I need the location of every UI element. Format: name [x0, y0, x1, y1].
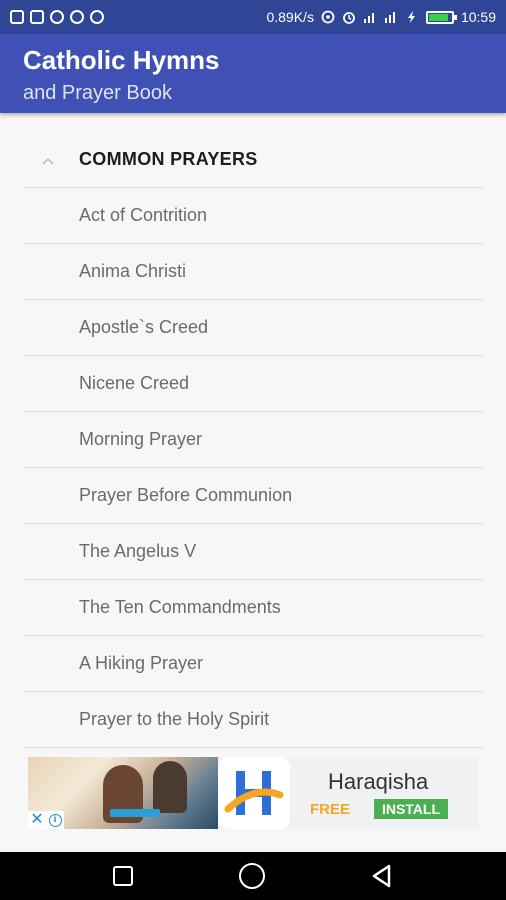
list-item[interactable]: The Ten Commandments: [23, 580, 485, 636]
list-item-label: Prayer Before Communion: [79, 485, 293, 505]
section-title: COMMON PRAYERS: [79, 149, 258, 169]
nfc-icon: [321, 10, 335, 24]
app-title: Catholic Hymns: [23, 45, 220, 75]
charging-icon: [407, 11, 415, 23]
list-item[interactable]: Nicene Creed: [23, 356, 485, 412]
app-bar: Catholic Hymns and Prayer Book: [0, 34, 506, 113]
sync-icon: [90, 10, 104, 24]
install-button[interactable]: INSTALL: [374, 799, 448, 819]
list-item[interactable]: Apostle`s Creed: [23, 300, 485, 356]
status-bar: 0.89K/s 10:59: [0, 0, 506, 34]
section-header-common-prayers[interactable]: COMMON PRAYERS: [23, 132, 485, 188]
list-item[interactable]: The Angelus V: [23, 524, 485, 580]
list-item[interactable]: Anima Christi: [23, 244, 485, 300]
notification-icons: [10, 10, 104, 24]
list-item-label: Act of Contrition: [79, 205, 208, 225]
list-item-label: A Hiking Prayer: [79, 653, 204, 673]
ad-price: FREE: [310, 801, 351, 818]
info-glyph: i: [48, 813, 62, 827]
ad-app-logo[interactable]: [218, 757, 290, 829]
list-item-label: Nicene Creed: [79, 373, 190, 393]
close-icon[interactable]: ✕: [28, 811, 46, 829]
battery-icon: [425, 10, 457, 24]
info-icon[interactable]: i: [46, 811, 64, 829]
wifi-icon: [384, 12, 395, 23]
ad-person: [153, 761, 187, 813]
shield-icon: [10, 10, 24, 24]
vpn-icon: [50, 10, 64, 24]
haraqisha-logo-icon: [224, 771, 284, 815]
ad-image-button: [110, 809, 160, 817]
signal-icon: [363, 13, 374, 23]
list-item[interactable]: Act of Contrition: [23, 188, 485, 244]
list-item-label: The Ten Commandments: [79, 597, 281, 617]
prayer-list: COMMON PRAYERS Act of Contrition Anima C…: [23, 132, 485, 748]
ad-app-name: Haraqisha: [328, 769, 429, 794]
clock: 10:59: [460, 9, 496, 25]
app-subtitle: and Prayer Book: [23, 82, 172, 104]
chevron-up-icon: [42, 157, 54, 165]
list-item[interactable]: Prayer Before Communion: [23, 468, 485, 524]
navigation-bar: [0, 852, 506, 900]
list-item[interactable]: Prayer to the Holy Spirit: [23, 692, 485, 748]
list-item[interactable]: A Hiking Prayer: [23, 636, 485, 692]
hotspot-icon: [70, 10, 84, 24]
ad-banner[interactable]: ✕ i Haraqisha FREE INSTALL: [28, 757, 479, 829]
list-item-label: The Angelus V: [79, 541, 197, 561]
list-item-label: Anima Christi: [79, 261, 187, 281]
ad-choices[interactable]: ✕ i: [28, 811, 64, 829]
cast-icon: [30, 10, 44, 24]
home-icon[interactable]: [239, 863, 265, 889]
recent-apps-icon[interactable]: [113, 866, 133, 886]
list-item-label: Morning Prayer: [79, 429, 203, 449]
list-item-label: Prayer to the Holy Spirit: [79, 709, 270, 729]
list-item-label: Apostle`s Creed: [79, 317, 209, 337]
back-icon[interactable]: [371, 864, 393, 888]
system-icons: 0.89K/s 10:59: [266, 9, 496, 25]
network-speed: 0.89K/s: [266, 9, 314, 25]
list-item[interactable]: Morning Prayer: [23, 412, 485, 468]
alarm-icon: [343, 12, 355, 24]
